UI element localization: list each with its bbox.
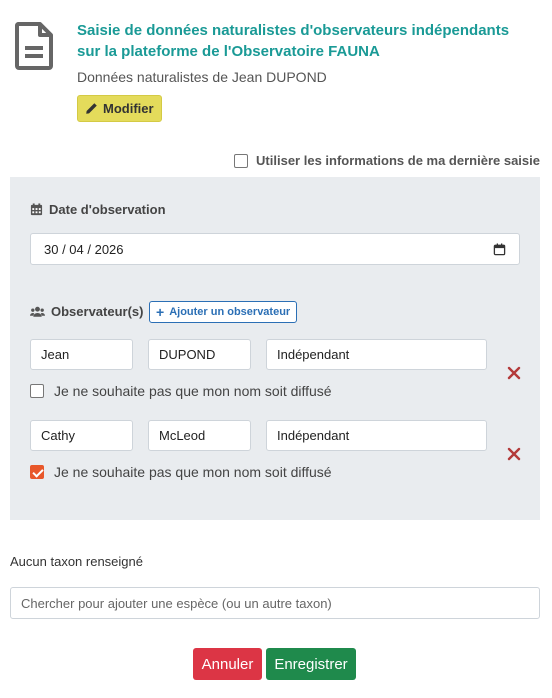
observers-label-group: Observateur(s) xyxy=(30,304,143,319)
users-icon xyxy=(30,306,45,317)
calendar-picker-icon[interactable] xyxy=(493,242,506,256)
page-title: Saisie de données naturalistes d'observa… xyxy=(77,22,510,60)
observer-structure-field[interactable]: Indépendant xyxy=(266,420,487,451)
no-taxon-message: Aucun taxon renseigné xyxy=(10,554,143,569)
date-value: 30 / 04 / 2026 xyxy=(44,241,124,257)
observer-first-name-field[interactable]: Jean xyxy=(30,339,133,370)
observers-label: Observateur(s) xyxy=(51,304,144,319)
anonymous-label: Je ne souhaite pas que mon nom soit diff… xyxy=(54,464,332,480)
remove-observer-icon[interactable] xyxy=(507,447,521,461)
observer-last-name: DUPOND xyxy=(159,347,216,362)
observer-last-name-field[interactable]: DUPOND xyxy=(148,339,251,370)
date-label: Date d'observation xyxy=(49,202,166,217)
observer-last-name-field[interactable]: McLeod xyxy=(148,420,251,451)
use-last-checkbox[interactable] xyxy=(234,153,249,168)
use-last-label: Utiliser les informations de ma dernière… xyxy=(256,153,540,168)
date-label-group: Date d'observation xyxy=(30,202,166,217)
taxon-search-input[interactable] xyxy=(10,587,540,619)
save-button[interactable]: Enregistrer xyxy=(266,648,356,680)
anonymous-label: Je ne souhaite pas que mon nom soit diff… xyxy=(54,383,332,399)
observer-first-name: Cathy xyxy=(41,428,75,443)
anonymous-option[interactable]: Je ne souhaite pas que mon nom soit diff… xyxy=(30,383,332,399)
anonymous-checkbox[interactable] xyxy=(30,465,44,479)
anonymous-checkbox[interactable] xyxy=(30,384,44,398)
date-input[interactable]: 30 / 04 / 2026 xyxy=(30,233,520,265)
remove-observer-icon[interactable] xyxy=(507,366,521,380)
modify-label: Modifier xyxy=(103,101,154,116)
form-header: Saisie de données naturalistes d'observa… xyxy=(10,18,542,128)
cancel-button[interactable]: Annuler xyxy=(193,648,262,680)
page-subtitle: Données naturalistes de Jean DUPOND xyxy=(77,69,327,85)
observer-first-name-field[interactable]: Cathy xyxy=(30,420,133,451)
observer-last-name: McLeod xyxy=(159,428,206,443)
add-observer-label: Ajouter un observateur xyxy=(169,306,291,318)
observer-structure: Indépendant xyxy=(277,428,350,443)
calendar-icon xyxy=(30,203,43,216)
observer-structure-field[interactable]: Indépendant xyxy=(266,339,487,370)
observer-first-name: Jean xyxy=(41,347,70,362)
observation-panel: Date d'observation 30 / 04 / 2026 Observ… xyxy=(10,177,540,520)
modify-button[interactable]: Modifier xyxy=(77,95,162,122)
observer-structure: Indépendant xyxy=(277,347,350,362)
document-icon xyxy=(15,22,53,70)
use-last-entry-option[interactable]: Utiliser les informations de ma dernière… xyxy=(234,153,540,168)
pencil-icon xyxy=(86,103,97,114)
anonymous-option[interactable]: Je ne souhaite pas que mon nom soit diff… xyxy=(30,464,332,480)
add-observer-button[interactable]: + Ajouter un observateur xyxy=(149,301,298,323)
plus-icon: + xyxy=(156,304,165,320)
